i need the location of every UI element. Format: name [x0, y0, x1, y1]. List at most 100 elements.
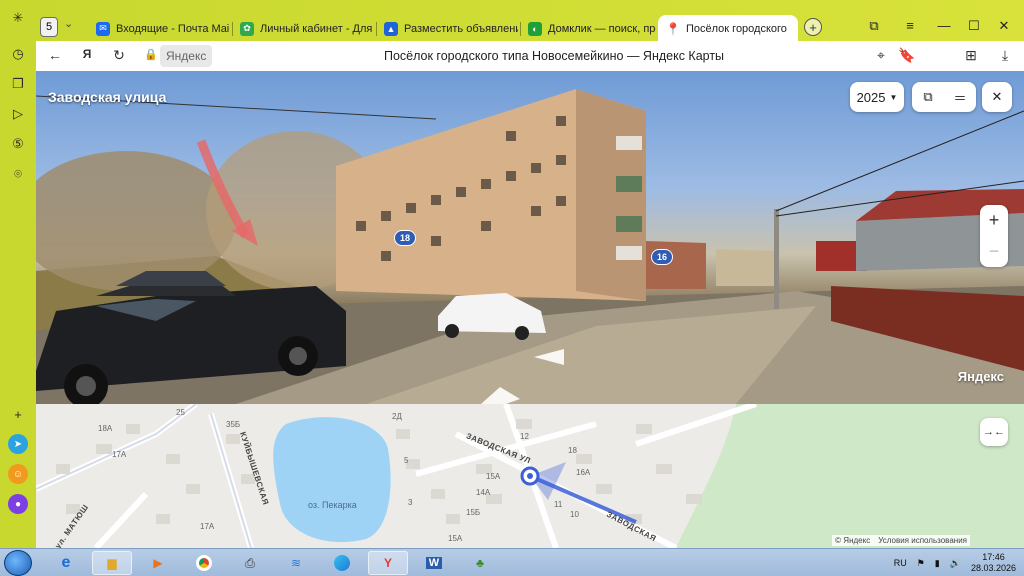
- close-window-icon[interactable]: ✕: [994, 18, 1014, 34]
- chevron-down-icon[interactable]: ⌄: [64, 17, 73, 30]
- word-icon[interactable]: W: [414, 551, 454, 575]
- share-icon[interactable]: ⧉: [912, 89, 944, 105]
- new-tab-button[interactable]: +: [804, 18, 822, 36]
- yandex-brand: Яндекс: [957, 369, 1004, 384]
- collapse-map-button[interactable]: →←: [980, 418, 1008, 446]
- explorer-icon[interactable]: ▆: [92, 551, 132, 575]
- copyright-label: © Яндекс: [835, 536, 871, 545]
- flag-icon[interactable]: ⚑: [917, 558, 925, 569]
- start-button[interactable]: [4, 550, 32, 576]
- map-canvas: [36, 404, 1024, 548]
- avito-icon: ▲: [384, 21, 398, 36]
- house-label: 3: [408, 498, 413, 507]
- tab-yandex-maps[interactable]: 📍 Посёлок городского ✕: [658, 15, 798, 42]
- map-pin-icon: 📍: [665, 21, 681, 36]
- house-label: 2Д: [392, 412, 402, 421]
- language-indicator[interactable]: RU: [894, 558, 907, 568]
- bookmark-icon[interactable]: 🔖: [898, 47, 916, 64]
- house-number-badge[interactable]: 18: [394, 230, 417, 246]
- screenshot-icon[interactable]: ⌾: [6, 162, 30, 186]
- location-icon[interactable]: ⌖: [872, 47, 890, 64]
- collections-window-icon[interactable]: ⧉: [864, 18, 884, 34]
- volume-icon[interactable]: 🔊: [950, 558, 961, 569]
- clock-date: 28.03.2026: [970, 563, 1016, 573]
- house-label: 15А: [486, 472, 501, 481]
- windows-taskbar: e ▆ ▶ ⎙ ≋ Y W ♣ RU ⚑ ▮ 🔊 17:46 28.03.202…: [0, 548, 1024, 576]
- reload-icon[interactable]: ↻: [110, 47, 128, 64]
- house-label: 5: [404, 456, 409, 465]
- five-icon[interactable]: ⑤: [6, 132, 30, 156]
- page-title: Посёлок городского типа Новосемейкино — …: [383, 49, 725, 63]
- scanner-icon[interactable]: ⎙: [230, 551, 270, 575]
- house-label: 16А: [576, 468, 591, 477]
- street-panorama[interactable]: Заводская улица 18 16 2025 ▼ ⧉ ＝ ✕ + − Я…: [36, 71, 1024, 404]
- tab-count-button[interactable]: 5: [40, 17, 58, 37]
- house-label: 17А: [112, 450, 127, 459]
- house-number-badge[interactable]: 16: [651, 249, 674, 265]
- network-icon[interactable]: ≋: [276, 551, 316, 575]
- browser-sidebar: ✳ ◷ ❐ ▷ ⑤ ⌾ + ➤ ☺ ●: [0, 10, 36, 548]
- cabinet-icon: ✿: [240, 21, 254, 36]
- ie-icon[interactable]: e: [46, 551, 86, 575]
- alice-icon[interactable]: ●: [8, 494, 28, 514]
- tab-label: Разместить объявлени: [404, 22, 518, 35]
- clock[interactable]: 17:46 28.03.2026: [971, 552, 1016, 574]
- media-player-icon[interactable]: ▶: [138, 551, 178, 575]
- panorama-street-name: Заводская улица: [48, 89, 167, 105]
- yandex-browser-icon[interactable]: Y: [368, 551, 408, 575]
- address-bar[interactable]: 🔒 Яндекс Посёлок городского типа Новосем…: [138, 45, 970, 67]
- browser-toolbar: ← Я ↻ 🔒 Яндекс Посёлок городского типа Н…: [36, 41, 1024, 71]
- house-label: 18А: [98, 424, 113, 433]
- zoom-in-button[interactable]: +: [980, 205, 1008, 236]
- edge-icon[interactable]: [322, 551, 362, 575]
- menu-icon[interactable]: ＝: [944, 88, 976, 107]
- tab-domclick[interactable]: ◐ Домклик — поиск, прод: [520, 15, 656, 42]
- maximize-icon[interactable]: ☐: [964, 18, 984, 34]
- tab-label: Личный кабинет - Для я: [260, 22, 374, 35]
- palm-app-icon[interactable]: ♣: [460, 551, 500, 575]
- house-label: 35Б: [226, 420, 241, 429]
- network-tray-icon[interactable]: ▮: [935, 558, 940, 569]
- collections-icon[interactable]: ❐: [6, 72, 30, 96]
- house-label: 15А: [448, 534, 463, 543]
- tab-label: Посёлок городского: [686, 22, 787, 35]
- tab-strip: 5 ⌄ ✉ Входящие - Почта Mail ✿ Личный каб…: [36, 12, 1024, 42]
- tab-cabinet[interactable]: ✿ Личный кабинет - Для я: [232, 15, 374, 42]
- house-label: 14А: [476, 488, 491, 497]
- download-icon[interactable]: ⤓: [996, 47, 1014, 64]
- tab-mail[interactable]: ✉ Входящие - Почта Mail: [88, 15, 230, 42]
- minimize-icon[interactable]: —: [934, 18, 954, 33]
- menu-icon[interactable]: ≡: [900, 18, 920, 33]
- play-icon[interactable]: ▷: [6, 102, 30, 126]
- reader-icon[interactable]: ⊞: [962, 47, 980, 64]
- house-label: 11: [554, 500, 563, 509]
- map-attribution: © Яндекс Условия использования: [832, 535, 970, 546]
- close-panorama-button[interactable]: ✕: [982, 82, 1012, 112]
- house-label: 15Б: [466, 508, 481, 517]
- mini-map[interactable]: оз. Пекарка ЗАВОДСКАЯ УЛ ЗАВОДСКАЯ КУЙБЫ…: [36, 404, 1024, 548]
- tab-avito[interactable]: ▲ Разместить объявлени: [376, 15, 518, 42]
- lake-label: оз. Пекарка: [308, 500, 357, 510]
- yandex-y-icon[interactable]: Я: [78, 47, 96, 61]
- house-label: 12: [520, 432, 529, 441]
- okru-icon[interactable]: ☺: [8, 464, 28, 484]
- panorama-scene: [36, 89, 1024, 404]
- chrome-icon[interactable]: [184, 551, 224, 575]
- tab-label: Домклик — поиск, прод: [548, 22, 656, 35]
- zoom-out-button[interactable]: −: [980, 236, 1008, 267]
- mail-icon: ✉: [96, 21, 110, 36]
- house-label: 10: [570, 510, 579, 519]
- browser-logo-icon[interactable]: ✳: [6, 6, 30, 30]
- history-icon[interactable]: ◷: [6, 42, 30, 66]
- clock-time: 17:46: [982, 552, 1005, 562]
- back-icon[interactable]: ←: [46, 47, 64, 63]
- year-selector[interactable]: 2025 ▼: [850, 82, 904, 112]
- house-label: 25: [176, 408, 185, 417]
- terms-link[interactable]: Условия использования: [878, 536, 967, 545]
- year-value: 2025: [856, 89, 886, 105]
- domclick-icon: ◐: [528, 21, 542, 36]
- house-label: 18: [568, 446, 577, 455]
- chevron-down-icon: ▼: [889, 92, 898, 102]
- add-panel-icon[interactable]: +: [6, 402, 30, 426]
- telegram-icon[interactable]: ➤: [8, 434, 28, 454]
